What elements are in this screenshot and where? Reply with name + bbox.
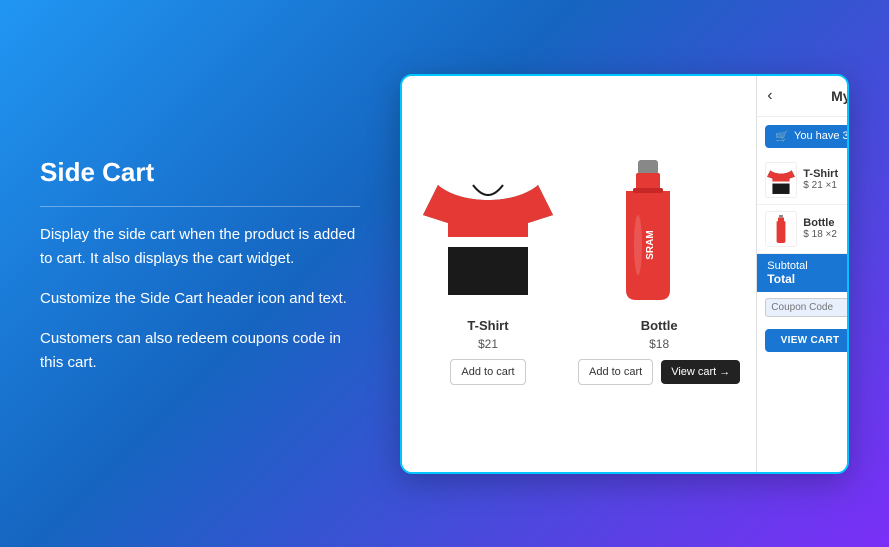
tshirt-add-to-cart-button[interactable]: Add to cart — [450, 359, 525, 385]
tshirt-thumb — [765, 162, 797, 198]
description-3: Customers can also redeem coupons code i… — [40, 327, 360, 375]
cart-item-bottle: Bottle $ 18 ×2 1 2 3 🗑 — [757, 205, 849, 254]
bottle-add-to-cart-button[interactable]: Add to cart — [578, 359, 653, 385]
side-cart-panel: ‹ My Cart 🛒 You have 3 items in your car… — [756, 76, 849, 472]
product-card-tshirt: T-Shirt $21 Add to cart — [418, 150, 558, 385]
bottle-cart-price: $ 18 ×2 — [803, 229, 849, 240]
subtotal-label: Subtotal — [767, 260, 807, 272]
cart-icon: 🛒 — [775, 130, 789, 143]
side-cart-title: My Cart — [831, 88, 849, 104]
cart-demo: T-Shirt $21 Add to cart — [400, 74, 849, 474]
cart-items-badge: 🛒 You have 3 items in your cart — [765, 125, 849, 148]
bottle-thumb — [765, 211, 797, 247]
products-grid: T-Shirt $21 Add to cart — [418, 150, 740, 385]
divider — [40, 206, 360, 207]
tshirt-name: T-Shirt — [418, 318, 558, 333]
tshirt-image-wrapper — [418, 150, 558, 310]
tshirt-price: $21 — [418, 337, 558, 351]
left-panel: Side Cart Display the side cart when the… — [40, 157, 360, 391]
total-label: Total — [767, 272, 795, 286]
side-cart-header: ‹ My Cart — [757, 76, 849, 117]
subtotal-row: Subtotal $57 — [767, 260, 849, 272]
coupon-input[interactable] — [765, 298, 849, 317]
side-cart-view-cart-button[interactable]: VIEW CART — [765, 329, 849, 352]
cart-bottom-buttons: VIEW CART CHECKOUT — [757, 323, 849, 358]
svg-text:SRAM: SRAM — [645, 230, 656, 259]
view-cart-button[interactable]: View cart → — [661, 360, 740, 384]
cart-badge-text: You have 3 items in your cart — [794, 130, 849, 142]
bottle-image-wrapper: SRAM — [578, 150, 718, 310]
products-area: T-Shirt $21 Add to cart — [402, 76, 756, 472]
bottle-name: Bottle — [578, 318, 740, 333]
back-arrow-icon[interactable]: ‹ — [767, 87, 772, 105]
bottle-info: Bottle $ 18 ×2 — [803, 217, 849, 240]
tshirt-image — [423, 155, 553, 305]
tshirt-cart-price: $ 21 ×1 — [803, 180, 849, 191]
tshirt-cart-name: T-Shirt — [803, 168, 849, 180]
cart-totals: Subtotal $57 Total $57 — [757, 254, 849, 292]
page-title: Side Cart — [40, 157, 360, 188]
cart-item-tshirt: T-Shirt $ 21 ×1 1 2 3 🗑 — [757, 156, 849, 205]
tshirt-info: T-Shirt $ 21 ×1 — [803, 168, 849, 191]
bottle-price: $18 — [578, 337, 740, 351]
coupon-row: Apply — [757, 292, 849, 323]
description-1: Display the side cart when the product i… — [40, 223, 360, 271]
product-card-bottle: SRAM Bottle $18 Add to cart View cart → — [578, 150, 740, 385]
bottle-cart-name: Bottle — [803, 217, 849, 229]
description-2: Customize the Side Cart header icon and … — [40, 287, 360, 311]
total-row: Total $57 — [767, 272, 849, 286]
bottle-image: SRAM — [608, 155, 688, 305]
